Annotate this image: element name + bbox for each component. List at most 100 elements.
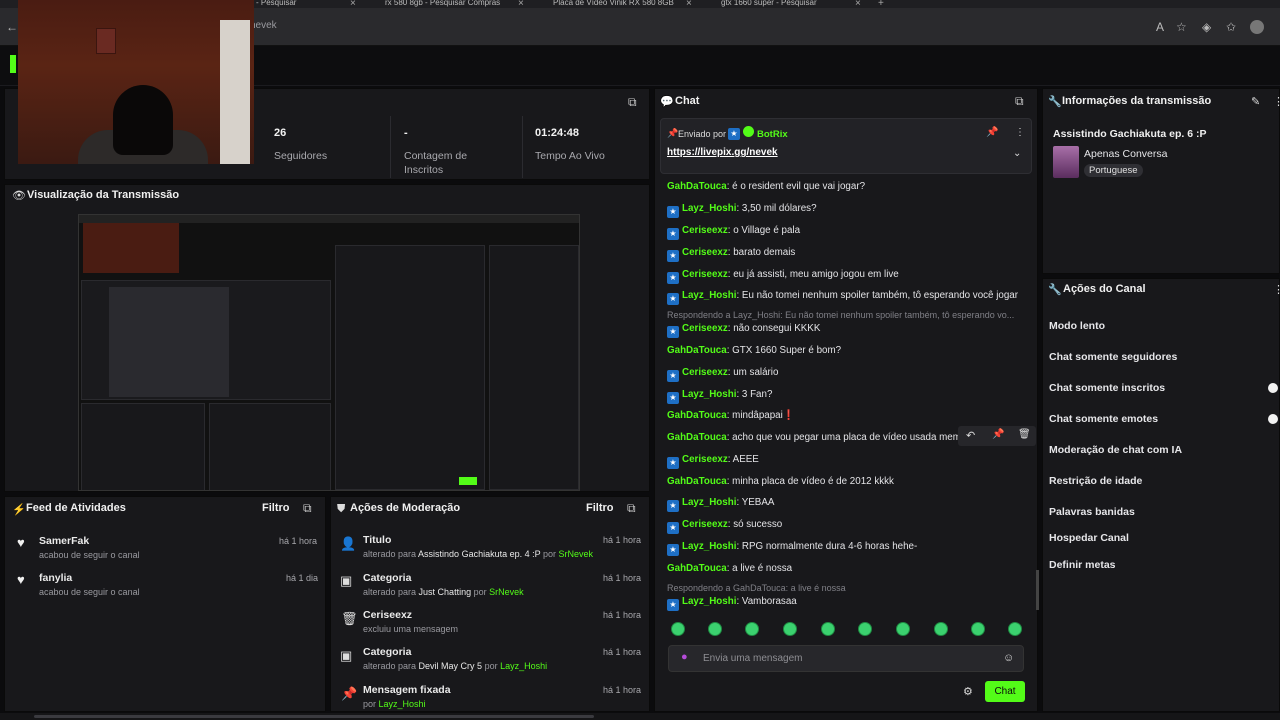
chat-username[interactable]: Ceriseexz xyxy=(682,367,728,378)
chat-username[interactable]: GahDaTouca xyxy=(667,410,727,421)
emotes-only-toggle[interactable] xyxy=(1268,414,1278,424)
chat-message[interactable]: ★ Ceriseexz: um salário xyxy=(667,367,778,382)
emote-icon[interactable] xyxy=(971,622,985,636)
channel-action-item[interactable]: Palavras banidas xyxy=(1049,506,1135,518)
chat-username[interactable]: Layz_Hoshi xyxy=(682,596,736,607)
feed-user[interactable]: fanylia xyxy=(39,572,72,584)
url-field[interactable]: nevek xyxy=(250,20,277,31)
chat-message[interactable]: ★ Layz_Hoshi: Eu não tomei nenhum spoiler… xyxy=(667,290,1018,305)
feed-user[interactable]: SamerFak xyxy=(39,535,89,547)
chat-username[interactable]: Ceriseexz xyxy=(682,269,728,280)
chat-username[interactable]: Layz_Hoshi xyxy=(682,389,736,400)
chat-message[interactable]: GahDaTouca: GTX 1660 Super é bom? xyxy=(667,345,841,356)
popout-icon[interactable]: ⧉ xyxy=(628,95,637,110)
channel-action-item[interactable]: Hospedar Canal xyxy=(1049,532,1129,544)
chat-message[interactable]: ★ Ceriseexz: só sucesso xyxy=(667,519,782,534)
stat-subscribers-label: Contagem de Inscritos xyxy=(404,150,468,176)
chevron-down-icon[interactable]: ⌄ xyxy=(1013,148,1021,159)
channel-action-item[interactable]: Chat somente seguidores xyxy=(1049,351,1177,363)
emoji-icon[interactable]: ☺ xyxy=(1003,652,1014,664)
channel-action-item[interactable]: Moderação de chat com IA xyxy=(1049,444,1182,456)
chat-message[interactable]: ★ Layz_Hoshi: 3 Fan? xyxy=(667,389,772,404)
chat-username[interactable]: Ceriseexz xyxy=(682,225,728,236)
mod-action-time: há 1 hora xyxy=(603,573,642,583)
chat-message[interactable]: ★ Layz_Hoshi: Vamborasaa xyxy=(667,596,797,611)
favorites-icon[interactable]: ✩ xyxy=(1226,20,1236,34)
chat-username[interactable]: Ceriseexz xyxy=(682,247,728,258)
chat-message[interactable]: GahDaTouca: acho que vou pegar uma placa… xyxy=(667,432,961,443)
emote-icon[interactable] xyxy=(858,622,872,636)
pin-icon[interactable]: 📌 xyxy=(992,429,1004,440)
popout-icon[interactable]: ⧉ xyxy=(627,501,636,516)
chat-username[interactable]: GahDaTouca xyxy=(667,345,727,356)
read-aloud-icon[interactable]: A xyxy=(1156,20,1164,34)
channel-action-item[interactable]: Definir metas xyxy=(1049,559,1116,571)
browser-tab[interactable]: - Pesquisar xyxy=(256,0,346,8)
chat-username[interactable]: Ceriseexz xyxy=(682,519,728,530)
pinned-link[interactable]: https://livepix.gg/nevek xyxy=(667,147,778,158)
chat-username[interactable]: GahDaTouca xyxy=(667,563,727,574)
chat-scrollbar[interactable] xyxy=(1036,570,1039,610)
chat-message[interactable]: ★ Layz_Hoshi: YEBAA xyxy=(667,497,774,512)
chat-username[interactable]: GahDaTouca xyxy=(667,432,727,443)
chat-message[interactable]: ★ Ceriseexz: não consegui KKKK xyxy=(667,323,820,338)
edit-icon[interactable]: ✎ xyxy=(1251,95,1260,108)
emote-icon[interactable] xyxy=(821,622,835,636)
microphone-icon[interactable]: ● xyxy=(681,651,688,663)
channel-action-item[interactable]: Chat somente emotes xyxy=(1049,413,1158,425)
more-options-icon[interactable]: ⋮ xyxy=(1015,127,1025,138)
send-chat-button[interactable]: Chat xyxy=(985,681,1025,702)
trash-icon[interactable]: 🗑 xyxy=(1018,429,1031,440)
subscribers-only-toggle[interactable] xyxy=(1268,383,1278,393)
category-name[interactable]: Apenas Conversa xyxy=(1084,148,1167,160)
browser-tab[interactable]: rx 580 8gb - Pesquisar Compras xyxy=(385,0,510,8)
chat-username[interactable]: Layz_Hoshi xyxy=(682,290,736,301)
chat-message[interactable]: ★ Ceriseexz: o Village é pala xyxy=(667,225,800,240)
horizontal-scrollbar[interactable] xyxy=(0,713,1280,720)
back-icon[interactable]: ← xyxy=(6,20,18,34)
kick-logo[interactable] xyxy=(10,55,16,73)
chat-message[interactable]: ★ Layz_Hoshi: RPG normalmente dura 4-6 ho… xyxy=(667,541,917,556)
chat-message[interactable]: GahDaTouca: a live é nossa xyxy=(667,563,792,574)
pinned-user[interactable]: BotRix xyxy=(757,129,788,140)
popout-icon[interactable]: ⧉ xyxy=(1015,94,1024,109)
pin-icon[interactable]: 📌 xyxy=(986,127,998,138)
feed-filter-button[interactable]: Filtro xyxy=(262,502,290,514)
more-options-icon[interactable]: ⋮ xyxy=(1273,283,1280,296)
chat-username[interactable]: GahDaTouca xyxy=(667,181,727,192)
extensions-icon[interactable]: ◈ xyxy=(1202,20,1211,34)
chat-message[interactable]: GahDaTouca: mindâpapai❗ xyxy=(667,410,795,421)
chat-message[interactable]: GahDaTouca: minha placa de vídeo é de 20… xyxy=(667,476,894,487)
chat-username[interactable]: Ceriseexz xyxy=(682,323,728,334)
channel-action-item[interactable]: Restrição de idade xyxy=(1049,475,1142,487)
chat-message[interactable]: ★ Ceriseexz: AEEE xyxy=(667,454,759,469)
browser-tab[interactable]: gtx 1660 super - Pesquisar xyxy=(721,0,846,8)
chat-username[interactable]: Layz_Hoshi xyxy=(682,497,736,508)
stream-preview[interactable] xyxy=(78,214,580,491)
emote-icon[interactable] xyxy=(671,622,685,636)
browser-tab[interactable]: Placa de Vídeo Vinik RX 580 8GB xyxy=(553,0,678,8)
more-options-icon[interactable]: ⋮ xyxy=(1273,95,1280,108)
chat-message[interactable]: ★ Ceriseexz: barato demais xyxy=(667,247,795,262)
chat-username[interactable]: Ceriseexz xyxy=(682,454,728,465)
emote-icon[interactable] xyxy=(896,622,910,636)
popout-icon[interactable]: ⧉ xyxy=(303,501,312,516)
emote-icon[interactable] xyxy=(745,622,759,636)
chat-message[interactable]: GahDaTouca: é o resident evil que vai jo… xyxy=(667,181,865,192)
chat-message[interactable]: ★ Ceriseexz: eu já assisti, meu amigo jog… xyxy=(667,269,899,284)
emote-icon[interactable] xyxy=(708,622,722,636)
emote-icon[interactable] xyxy=(783,622,797,636)
chat-username[interactable]: Layz_Hoshi xyxy=(682,541,736,552)
channel-action-item[interactable]: Chat somente inscritos xyxy=(1049,382,1165,394)
channel-action-item[interactable]: Modo lento xyxy=(1049,320,1105,332)
reply-icon[interactable]: ↶ xyxy=(966,429,975,442)
chat-username[interactable]: Layz_Hoshi xyxy=(682,203,736,214)
favorite-star-icon[interactable]: ☆ xyxy=(1176,20,1187,34)
chat-message[interactable]: ★ Layz_Hoshi: 3,50 mil dólares? xyxy=(667,203,817,218)
moderation-filter-button[interactable]: Filtro xyxy=(586,502,614,514)
profile-avatar[interactable] xyxy=(1250,20,1264,34)
emote-icon[interactable] xyxy=(934,622,948,636)
chat-username[interactable]: GahDaTouca xyxy=(667,476,727,487)
emote-icon[interactable] xyxy=(1008,622,1022,636)
gear-icon[interactable]: ⚙ xyxy=(963,685,973,698)
